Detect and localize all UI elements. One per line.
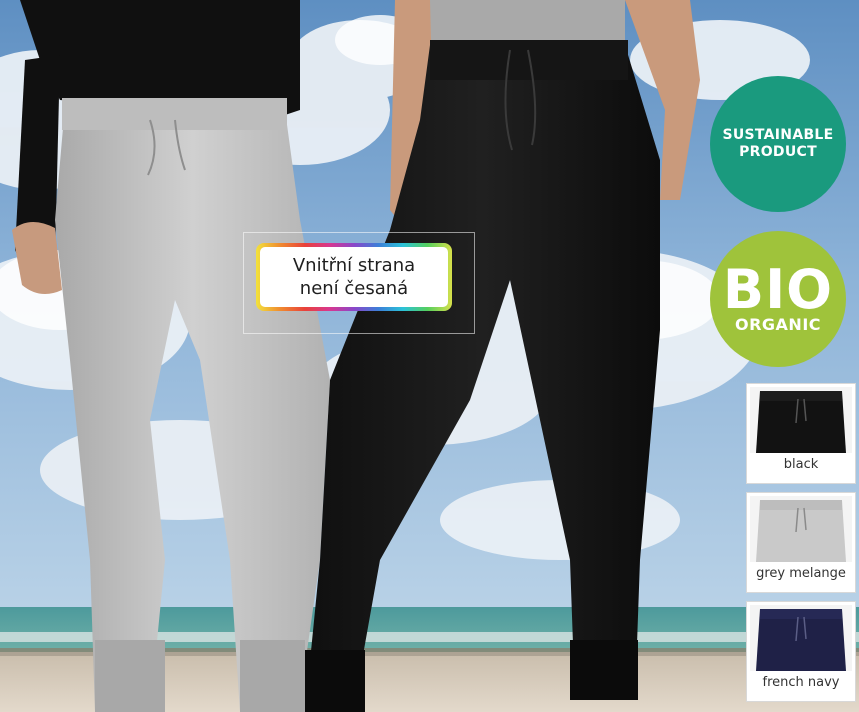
swatch-label: black — [783, 457, 819, 472]
feature-label-line2: není česaná — [299, 278, 409, 299]
swatch-label: french navy — [762, 675, 840, 690]
sustainable-badge-line2: PRODUCT — [739, 144, 817, 160]
color-swatch-black[interactable]: black — [746, 383, 856, 484]
swatch-thumbnail — [750, 496, 852, 562]
sustainable-product-badge: SUSTAINABLE PRODUCT — [710, 76, 846, 212]
feature-label-line1: Vnitřní strana — [292, 255, 416, 276]
bio-organic-badge: BIO ORGANIC — [710, 231, 846, 367]
swatch-thumbnail — [750, 387, 852, 453]
swatch-label: grey melange — [756, 566, 846, 581]
color-swatch-grey-melange[interactable]: grey melange — [746, 492, 856, 593]
feature-label: Vnitřní strana není česaná — [256, 243, 452, 311]
sustainable-badge-line1: SUSTAINABLE — [722, 127, 834, 143]
bio-badge-sub: ORGANIC — [734, 315, 822, 334]
swatch-thumbnail — [750, 605, 852, 671]
color-swatch-french-navy[interactable]: french navy — [746, 601, 856, 702]
bio-badge-main: BIO — [722, 258, 834, 321]
